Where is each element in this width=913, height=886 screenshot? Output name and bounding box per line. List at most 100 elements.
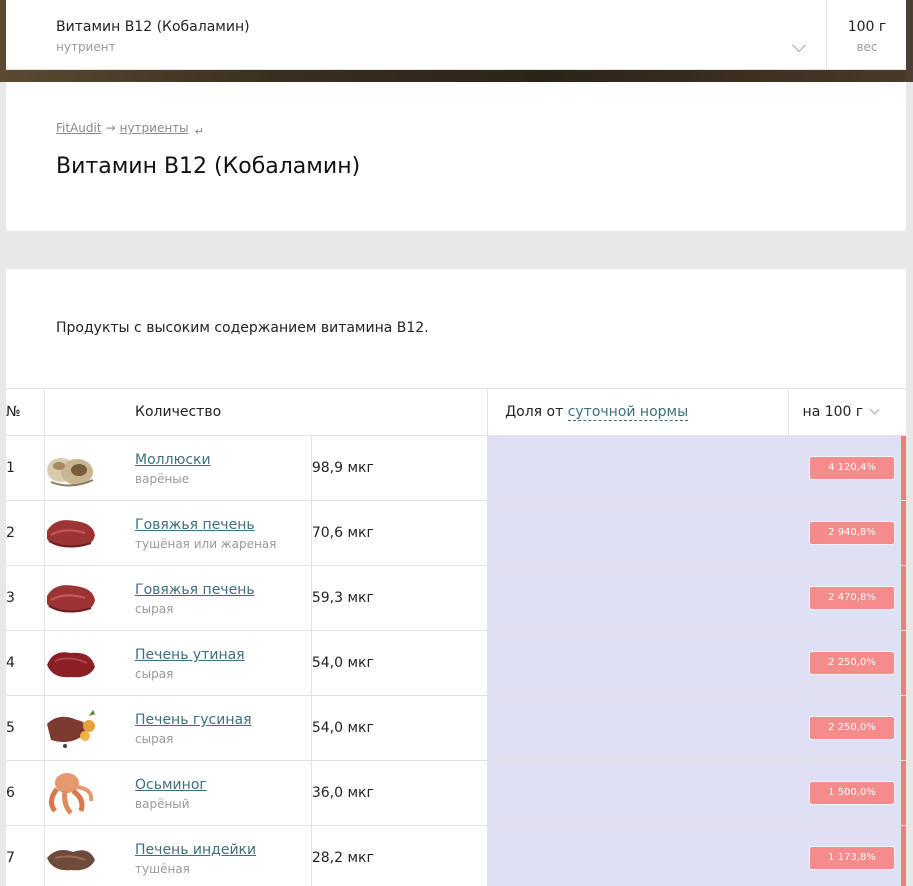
table-row: 4 Печень утиная сырая 54,0 мкг 2 250,0% — [6, 630, 906, 696]
chevron-down-icon — [869, 404, 880, 415]
product-amount: 98,9 мкг — [311, 435, 489, 501]
product-cell: Говяжья печень сырая — [135, 565, 312, 631]
product-amount: 28,2 мкг — [311, 825, 489, 886]
product-link[interactable]: Печень гусиная — [135, 712, 311, 728]
row-number: 2 — [6, 500, 46, 566]
breadcrumb-nutrients-link[interactable]: нутриенты — [120, 121, 189, 135]
goose-liver-image — [45, 706, 97, 750]
chevron-down-icon — [791, 37, 807, 53]
intro-text: Продукты с высоким содержанием витамина … — [56, 320, 429, 336]
row-number: 7 — [6, 825, 46, 886]
clams-image — [45, 446, 97, 490]
table-row: 2 Говяжья печень тушёная или жареная 70,… — [6, 500, 906, 566]
duck-liver-image — [45, 641, 97, 685]
product-preparation: сырая — [135, 602, 174, 616]
row-number: 4 — [6, 630, 46, 696]
page-title: Витамин B12 (Кобаламин) — [56, 154, 361, 179]
product-preparation: сырая — [135, 732, 174, 746]
daily-share-percent-badge: 2 250,0% — [810, 652, 894, 674]
octopus-image — [45, 771, 97, 815]
daily-share-bar: 2 250,0% — [487, 630, 906, 696]
product-thumbnail[interactable] — [44, 695, 136, 761]
product-cell: Печень гусиная сырая — [135, 695, 312, 761]
table-row: 6 Осьминог варёный 36,0 мкг 1 500,0% — [6, 760, 906, 826]
daily-share-bar: 2 250,0% — [487, 695, 906, 761]
breadcrumb-arrow: → — [105, 121, 116, 135]
table-row: 7 Печень индейки тушёная 28,2 мкг 1 173,… — [6, 825, 906, 886]
product-link[interactable]: Осьминог — [135, 777, 311, 793]
product-link[interactable]: Печень индейки — [135, 842, 311, 858]
weight-selector[interactable]: 100 г вес — [828, 0, 906, 69]
products-table: № Количество Доля от суточной нормы на 1… — [6, 388, 906, 886]
nutrient-selector-caption: нутриент — [56, 40, 116, 54]
product-cell: Моллюски варёные — [135, 435, 312, 501]
daily-share-percent-badge: 4 120,4% — [810, 457, 894, 479]
per-100g-label: на 100 г — [802, 404, 864, 420]
daily-share-bar-fill — [901, 696, 906, 760]
product-thumbnail[interactable] — [44, 500, 136, 566]
table-row: 5 Печень гусиная сырая 54,0 мкг 2 250,0% — [6, 695, 906, 761]
product-amount: 54,0 мкг — [311, 695, 489, 761]
nutrient-selector-title: Витамин B12 (Кобаламин) — [56, 19, 250, 35]
turkey-liver-image — [45, 836, 97, 880]
product-cell: Говяжья печень тушёная или жареная — [135, 500, 312, 566]
table-row: 1 Моллюски варёные 98,9 мкг 4 120,4% — [6, 435, 906, 501]
column-header-share: Доля от суточной нормы — [487, 388, 789, 436]
weight-caption: вес — [856, 40, 878, 54]
daily-share-bar-fill — [901, 826, 906, 886]
product-amount: 54,0 мкг — [311, 630, 489, 696]
product-cell: Осьминог варёный — [135, 760, 312, 826]
product-preparation: сырая — [135, 667, 174, 681]
daily-share-bar-fill — [901, 501, 906, 565]
daily-share-bar-fill — [901, 436, 906, 500]
top-bar: Витамин B12 (Кобаламин) нутриент 100 г в… — [6, 0, 906, 70]
product-amount: 59,3 мкг — [311, 565, 489, 631]
daily-share-bar: 1 500,0% — [487, 760, 906, 826]
daily-share-bar-fill — [901, 761, 906, 825]
daily-norm-link[interactable]: суточной нормы — [567, 404, 689, 421]
row-number: 6 — [6, 760, 46, 826]
daily-share-bar: 1 173,8% — [487, 825, 906, 886]
breadcrumb: FitAudit → нутриенты ↵ — [56, 121, 204, 138]
breadcrumb-return-icon[interactable]: ↵ — [195, 125, 204, 138]
daily-share-bar-fill — [901, 566, 906, 630]
product-thumbnail[interactable] — [44, 825, 136, 886]
product-preparation: варёный — [135, 797, 190, 811]
row-number: 5 — [6, 695, 46, 761]
row-number: 1 — [6, 435, 46, 501]
per-100g-selector[interactable]: на 100 г — [787, 388, 906, 436]
content-card: Продукты с высоким содержанием витамина … — [6, 269, 906, 886]
product-thumbnail[interactable] — [44, 565, 136, 631]
breadcrumb-home-link[interactable]: FitAudit — [56, 121, 102, 135]
daily-share-percent-badge: 1 500,0% — [810, 782, 894, 804]
column-header-amount: Количество — [135, 388, 488, 436]
product-link[interactable]: Говяжья печень — [135, 582, 311, 598]
daily-share-bar: 2 940,8% — [487, 500, 906, 566]
table-row: 3 Говяжья печень сырая 59,3 мкг 2 470,8% — [6, 565, 906, 631]
daily-share-bar: 2 470,8% — [487, 565, 906, 631]
column-header-share-prefix: Доля от — [505, 404, 564, 420]
product-preparation: тушёная — [135, 862, 190, 877]
column-header-image — [44, 388, 136, 436]
header-card: FitAudit → нутриенты ↵ Витамин B12 (Кобалам… — [6, 82, 906, 231]
product-link[interactable]: Моллюски — [135, 452, 311, 468]
daily-share-bar: 4 120,4% — [487, 435, 906, 501]
nutrient-selector[interactable]: Витамин B12 (Кобаламин) нутриент — [6, 0, 827, 69]
daily-share-bar-fill — [901, 631, 906, 695]
table-header-row: № Количество Доля от суточной нормы на 1… — [6, 388, 906, 436]
column-header-number: № — [6, 388, 46, 436]
product-link[interactable]: Говяжья печень — [135, 517, 311, 533]
row-number: 3 — [6, 565, 46, 631]
product-thumbnail[interactable] — [44, 630, 136, 696]
product-thumbnail[interactable] — [44, 435, 136, 501]
product-thumbnail[interactable] — [44, 760, 136, 826]
product-cell: Печень индейки тушёная — [135, 825, 312, 886]
background-photo-edge — [905, 0, 913, 82]
daily-share-percent-badge: 2 470,8% — [810, 587, 894, 609]
product-amount: 70,6 мкг — [311, 500, 489, 566]
beef-liver-image — [45, 511, 97, 555]
daily-share-percent-badge: 2 250,0% — [810, 717, 894, 739]
product-link[interactable]: Печень утиная — [135, 647, 311, 663]
daily-share-percent-badge: 1 173,8% — [810, 847, 894, 869]
product-preparation: тушёная или жареная — [135, 537, 277, 551]
